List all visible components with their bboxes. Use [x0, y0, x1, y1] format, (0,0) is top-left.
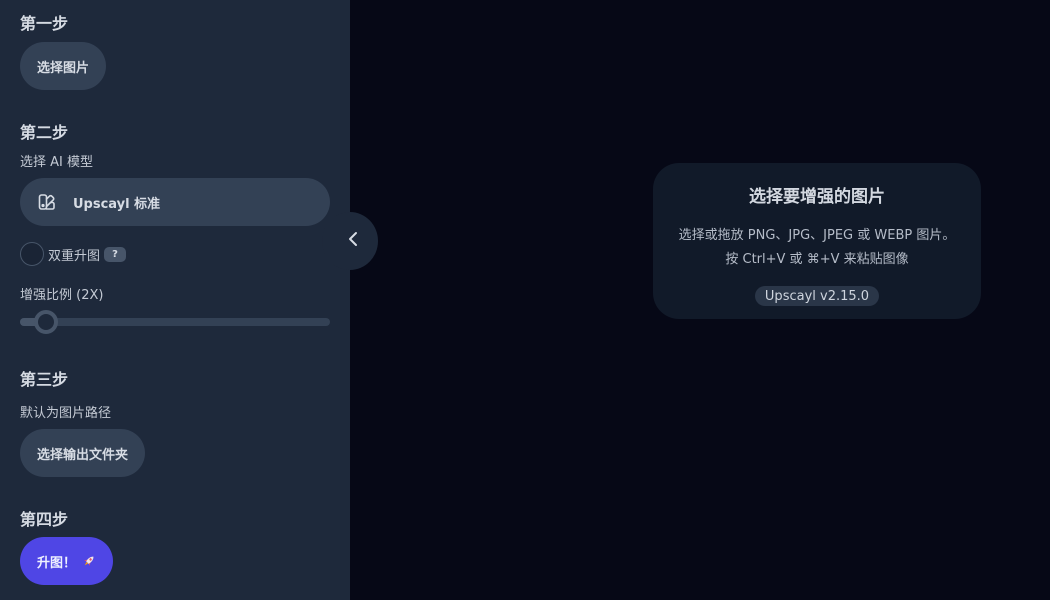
model-select-button[interactable]: Upscayl 标准: [20, 178, 330, 226]
scale-label: 增强比例 (2X): [20, 288, 104, 303]
scale-slider-thumb[interactable]: [34, 310, 58, 334]
chevron-left-icon: [348, 231, 358, 251]
version-badge: Upscayl v2.15.0: [754, 286, 880, 306]
upscale-button-label: 升图！: [37, 555, 77, 571]
double-upscale-row: 双重升图 ?: [20, 242, 127, 266]
model-icon: [38, 193, 56, 211]
model-select-value: Upscayl 标准: [73, 196, 161, 212]
double-upscale-label: 双重升图: [48, 248, 101, 264]
step1-title: 第一步: [20, 14, 69, 33]
select-output-folder-button[interactable]: 选择输出文件夹: [20, 429, 146, 477]
upscale-button[interactable]: 升图！: [20, 537, 114, 585]
collapse-sidebar-button[interactable]: [322, 212, 378, 270]
output-folder-label: 默认为图片路径: [20, 406, 112, 421]
drop-zone-description: 选择或拖放 PNG、JPG、JPEG 或 WEBP 图片。 按 Ctrl+V 或…: [679, 224, 956, 272]
step2-title: 第二步: [20, 123, 69, 142]
sidebar: 第一步 选择图片 第二步 选择 AI 模型 Upscayl 标准 双重升图 ? …: [0, 0, 350, 600]
drop-zone-desc-line1: 选择或拖放 PNG、JPG、JPEG 或 WEBP 图片。: [678, 228, 956, 243]
scale-slider[interactable]: [20, 310, 330, 334]
step3-title: 第三步: [20, 370, 69, 389]
help-badge[interactable]: ?: [104, 246, 127, 262]
select-image-button[interactable]: 选择图片: [20, 42, 107, 90]
drop-zone-desc-line2: 按 Ctrl+V 或 ⌘+V 来粘贴图像: [725, 252, 909, 267]
step4-title: 第四步: [20, 510, 69, 529]
app-window: 第一步 选择图片 第二步 选择 AI 模型 Upscayl 标准 双重升图 ? …: [0, 0, 1050, 600]
double-upscale-checkbox[interactable]: [20, 242, 44, 266]
drop-zone-title: 选择要增强的图片: [749, 187, 885, 207]
image-drop-zone[interactable]: 选择要增强的图片 选择或拖放 PNG、JPG、JPEG 或 WEBP 图片。 按…: [653, 163, 981, 319]
model-select-label: 选择 AI 模型: [20, 155, 93, 170]
rocket-icon: [82, 554, 96, 568]
